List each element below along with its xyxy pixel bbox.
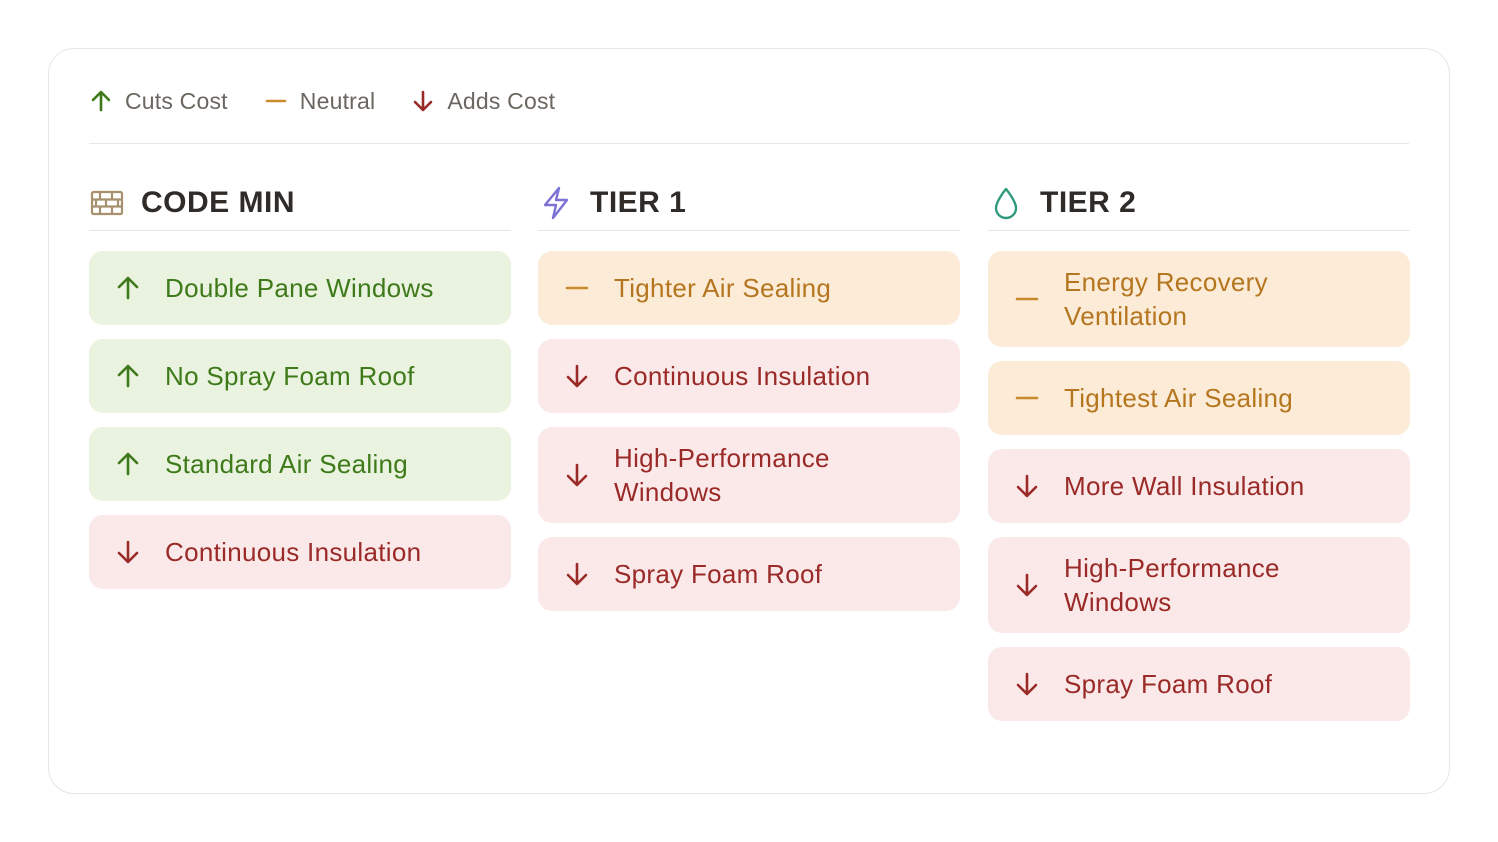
comparison-card: Cuts Cost Neutral Adds Cost CODE MIN Dou… (48, 48, 1450, 794)
dash-icon (564, 275, 590, 301)
column-tier-1: TIER 1 Tighter Air Sealing Continuous In… (538, 175, 960, 625)
item-label: High-Performance Windows (614, 443, 830, 507)
legend-label: Cuts Cost (125, 87, 228, 114)
legend-item-neutral: Neutral (264, 88, 376, 115)
list-item: Spray Foam Roof (538, 537, 960, 611)
arrow-down-icon (115, 539, 141, 565)
arrow-down-icon (1014, 473, 1040, 499)
arrow-down-icon (411, 89, 435, 113)
item-label: Spray Foam Roof (614, 559, 823, 589)
legend-label: Adds Cost (447, 87, 556, 114)
item-label: High-Performance Windows (1064, 553, 1280, 617)
item-label: Tightest Air Sealing (1064, 383, 1294, 413)
list-item: Tightest Air Sealing (988, 361, 1410, 435)
column-title: CODE MIN (141, 185, 295, 219)
droplet-icon (988, 185, 1024, 221)
arrow-up-icon (89, 89, 113, 113)
arrow-up-icon (115, 363, 141, 389)
arrow-down-icon (564, 561, 590, 587)
arrow-down-icon (1014, 572, 1040, 598)
item-label: Continuous Insulation (614, 361, 871, 391)
dash-icon (1014, 385, 1040, 411)
column-tier-2: TIER 2 Energy Recovery Ventilation Tight… (988, 175, 1410, 735)
item-label: More Wall Insulation (1064, 471, 1305, 501)
list-item: Continuous Insulation (538, 339, 960, 413)
list-item: Spray Foam Roof (988, 647, 1410, 721)
list-item: More Wall Insulation (988, 449, 1410, 523)
list-item: Continuous Insulation (89, 515, 511, 589)
item-label: Spray Foam Roof (1064, 669, 1273, 699)
column-code-min: CODE MIN Double Pane Windows No Spray Fo… (89, 175, 511, 603)
legend-divider (89, 143, 1409, 144)
list-item: Tighter Air Sealing (538, 251, 960, 325)
legend-item-cuts-cost: Cuts Cost (89, 88, 228, 115)
item-label: Energy Recovery Ventilation (1064, 267, 1268, 331)
list-item: Double Pane Windows (89, 251, 511, 325)
dash-icon (264, 89, 288, 113)
column-header: CODE MIN (89, 175, 511, 231)
dash-icon (1014, 286, 1040, 312)
column-header: TIER 2 (988, 175, 1410, 231)
list-item: High-Performance Windows (988, 537, 1410, 633)
brick-wall-icon (89, 185, 125, 221)
legend-item-adds-cost: Adds Cost (411, 88, 555, 115)
lightning-icon (538, 185, 574, 221)
list-item: Standard Air Sealing (89, 427, 511, 501)
arrow-down-icon (1014, 671, 1040, 697)
item-list: Tighter Air Sealing Continuous Insulatio… (538, 251, 960, 611)
item-label: No Spray Foam Roof (165, 361, 415, 391)
item-label: Continuous Insulation (165, 537, 422, 567)
item-list: Energy Recovery Ventilation Tightest Air… (988, 251, 1410, 721)
arrow-up-icon (115, 275, 141, 301)
legend-label: Neutral (299, 87, 376, 114)
list-item: Energy Recovery Ventilation (988, 251, 1410, 347)
item-label: Double Pane Windows (165, 273, 434, 303)
item-label: Tighter Air Sealing (614, 273, 832, 303)
list-item: No Spray Foam Roof (89, 339, 511, 413)
item-label: Standard Air Sealing (165, 449, 409, 479)
column-title: TIER 1 (590, 185, 687, 219)
list-item: High-Performance Windows (538, 427, 960, 523)
arrow-up-icon (115, 451, 141, 477)
legend: Cuts Cost Neutral Adds Cost (89, 87, 591, 115)
arrow-down-icon (564, 363, 590, 389)
arrow-down-icon (564, 462, 590, 488)
column-title: TIER 2 (1040, 185, 1137, 219)
column-header: TIER 1 (538, 175, 960, 231)
item-list: Double Pane Windows No Spray Foam Roof S… (89, 251, 511, 589)
